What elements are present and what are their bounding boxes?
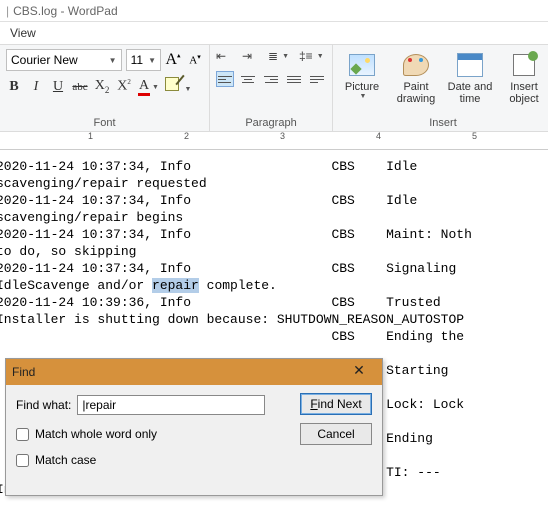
text-line: to do, so skipping bbox=[0, 244, 136, 259]
text-line: 2020-11-24 10:37:34, Info CBS Maint: Not… bbox=[0, 227, 472, 242]
line-spacing-button[interactable]: ‡≡▼ bbox=[299, 49, 324, 63]
window-title: CBS.log - WordPad bbox=[13, 4, 118, 18]
chevron-down-icon: ▼ bbox=[148, 56, 156, 65]
grow-font-button[interactable]: A▴ bbox=[165, 51, 181, 69]
subscript-button[interactable]: X2 bbox=[94, 78, 110, 95]
match-whole-word-input[interactable] bbox=[16, 428, 29, 441]
insert-picture-button[interactable]: Picture ▼ bbox=[339, 51, 385, 105]
insert-object-button[interactable]: Insert object bbox=[501, 51, 547, 105]
chevron-down-icon: ▼ bbox=[184, 85, 191, 93]
find-next-button[interactable]: Find Next bbox=[300, 393, 372, 415]
shrink-font-button[interactable]: A▾ bbox=[187, 53, 203, 67]
window-titlebar: | CBS.log - WordPad bbox=[0, 0, 548, 22]
match-case-checkbox[interactable]: Match case bbox=[16, 453, 372, 467]
text-line: 2020-11-24 10:37:34, Info CBS Idle bbox=[0, 193, 417, 208]
text-line: 2020-11-24 10:37:34, Info CBS Signaling bbox=[0, 261, 456, 276]
font-color-button[interactable]: A ▼ bbox=[138, 78, 159, 96]
underline-button[interactable]: U bbox=[50, 79, 66, 95]
text-line: 2020-11-24 10:37:34, Info CBS Idle bbox=[0, 159, 417, 174]
text-line: scavenging/repair requested bbox=[0, 176, 207, 191]
find-what-label: Find what: bbox=[16, 398, 71, 412]
find-dialog: Find ✕ Find what: Find Next Cancel Match… bbox=[5, 358, 383, 496]
align-left-button[interactable] bbox=[216, 71, 234, 87]
font-size-value: 11 bbox=[131, 53, 143, 67]
find-dialog-title: Find bbox=[12, 365, 35, 379]
find-what-input[interactable] bbox=[77, 395, 265, 415]
decrease-indent-button[interactable]: ⇤ bbox=[216, 49, 232, 63]
paragraph-dialog-button[interactable] bbox=[308, 71, 326, 87]
find-dialog-titlebar[interactable]: Find ✕ bbox=[6, 359, 382, 385]
insert-paint-button[interactable]: Paint drawing bbox=[393, 51, 439, 105]
group-label-font: Font bbox=[0, 117, 209, 129]
match-case-input[interactable] bbox=[16, 454, 29, 467]
text-line: 2020-11-24 10:39:36, Info CBS Trusted bbox=[0, 295, 441, 310]
calendar-icon bbox=[457, 53, 483, 77]
text-line: CBS Ending the bbox=[0, 329, 464, 344]
font-family-combo[interactable]: Courier New ▼ bbox=[6, 49, 122, 71]
insert-datetime-button[interactable]: Date and time bbox=[447, 51, 493, 105]
close-button[interactable]: ✕ bbox=[342, 362, 376, 382]
bullets-button[interactable]: ≣▼ bbox=[268, 49, 289, 63]
group-label-paragraph: Paragraph bbox=[210, 117, 332, 129]
italic-button[interactable]: I bbox=[28, 79, 44, 95]
chevron-down-icon: ▼ bbox=[152, 83, 159, 91]
text-line: scavenging/repair begins bbox=[0, 210, 183, 225]
palette-icon bbox=[403, 54, 429, 76]
justify-button[interactable] bbox=[285, 71, 303, 87]
menu-view[interactable]: View bbox=[10, 26, 36, 40]
chevron-down-icon: ▼ bbox=[360, 93, 367, 100]
strikethrough-button[interactable]: abc bbox=[72, 81, 88, 93]
align-center-button[interactable] bbox=[239, 71, 257, 87]
highlighter-icon bbox=[165, 77, 179, 91]
increase-indent-button[interactable]: ⇥ bbox=[242, 49, 258, 63]
superscript-button[interactable]: X2 bbox=[116, 78, 132, 95]
font-size-combo[interactable]: 11 ▼ bbox=[126, 49, 161, 71]
object-icon bbox=[513, 54, 535, 76]
ruler[interactable]: 1 2 3 4 5 bbox=[0, 132, 548, 150]
chevron-down-icon: ▼ bbox=[109, 56, 117, 65]
search-highlight: repair bbox=[152, 278, 199, 293]
group-font: Courier New ▼ 11 ▼ A▴ A▾ B I U abc X2 X2 bbox=[0, 45, 210, 131]
group-insert: Picture ▼ Paint drawing Date and time In… bbox=[333, 45, 548, 131]
cancel-button[interactable]: Cancel bbox=[300, 423, 372, 445]
picture-icon bbox=[349, 54, 375, 76]
group-paragraph: ⇤ ⇥ ≣▼ ‡≡▼ Paragraph bbox=[210, 45, 333, 131]
highlight-button[interactable]: ▼ bbox=[165, 77, 191, 96]
ribbon: Courier New ▼ 11 ▼ A▴ A▾ B I U abc X2 X2 bbox=[0, 44, 548, 132]
bold-button[interactable]: B bbox=[6, 79, 22, 95]
menubar: View bbox=[0, 22, 548, 44]
font-family-value: Courier New bbox=[11, 53, 78, 67]
text-line: Installer is shutting down because: SHUT… bbox=[0, 312, 464, 327]
text-line: IdleScavenge and/or repair complete. bbox=[0, 278, 277, 293]
group-label-insert: Insert bbox=[333, 117, 548, 129]
close-icon: ✕ bbox=[353, 362, 365, 378]
align-right-button[interactable] bbox=[262, 71, 280, 87]
